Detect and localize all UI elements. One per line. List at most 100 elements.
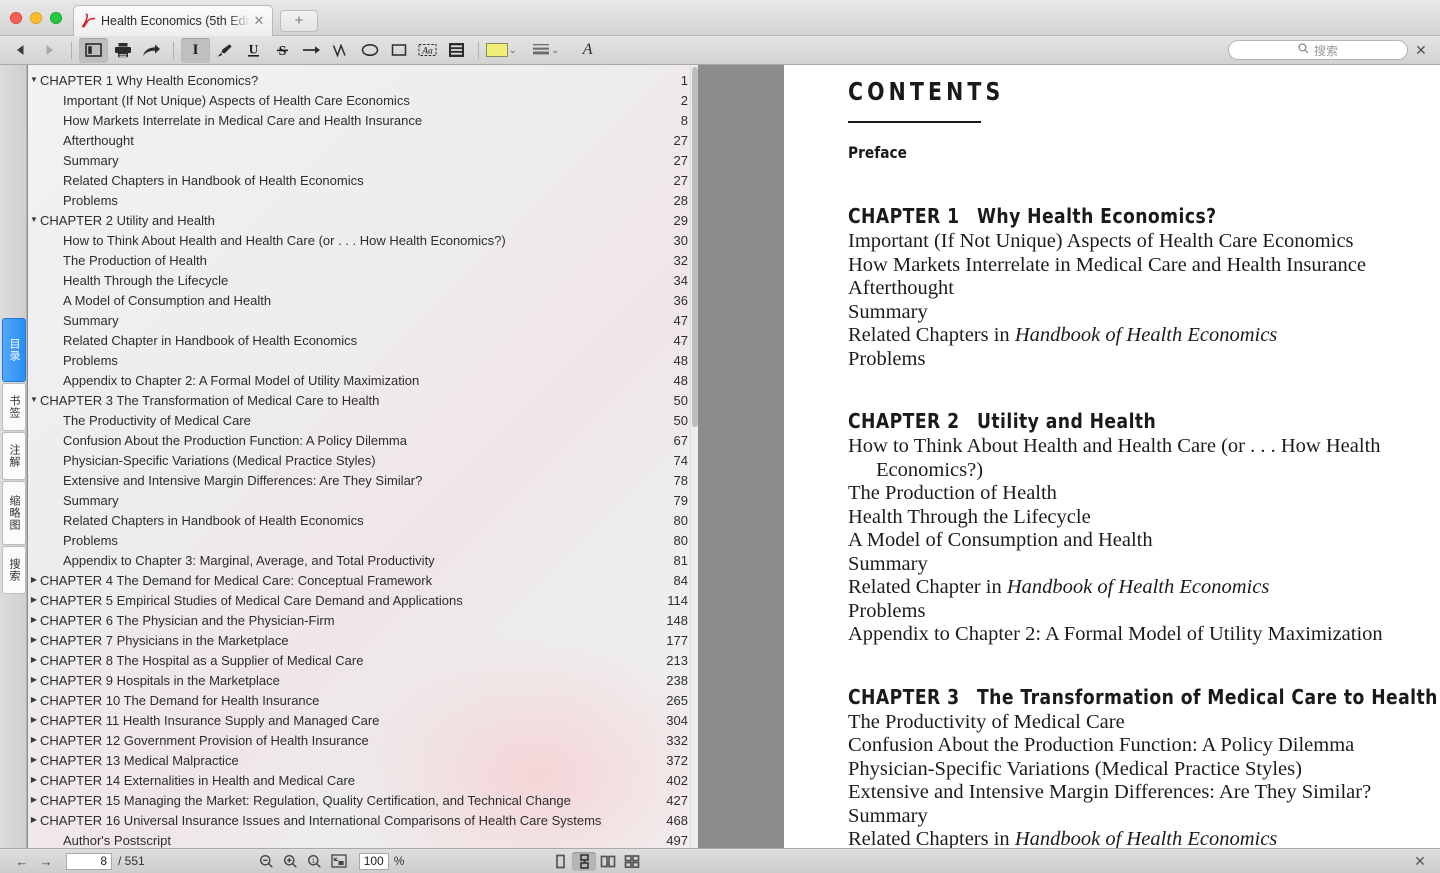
toc-row[interactable]: ▶ Health Through the Lifecycle 34 bbox=[28, 270, 698, 290]
triangle-right-icon[interactable]: ▶ bbox=[28, 710, 40, 730]
toc-row[interactable]: ▶ Appendix to Chapter 3: Marginal, Averag… bbox=[28, 550, 698, 570]
toc-row[interactable]: ▶ CHAPTER 6 The Physician and the Physici… bbox=[28, 610, 698, 630]
toc-row[interactable]: ▶ CHAPTER 16 Universal Insurance Issues a… bbox=[28, 810, 698, 830]
zigzag-line-icon[interactable] bbox=[326, 38, 355, 63]
arrow-annotation-icon[interactable] bbox=[297, 38, 326, 63]
toc-row[interactable]: ▶ Problems 80 bbox=[28, 530, 698, 550]
toc-row[interactable]: ▶ Problems 28 bbox=[28, 190, 698, 210]
triangle-right-icon[interactable]: ▶ bbox=[28, 770, 40, 790]
toc-row[interactable]: ▼ CHAPTER 3 The Transformation of Medical… bbox=[28, 390, 698, 410]
toc-row[interactable]: ▶ CHAPTER 10 The Demand for Health Insura… bbox=[28, 690, 698, 710]
toc-row[interactable]: ▶ How to Think About Health and Health Ca… bbox=[28, 230, 698, 250]
sidebar-tab-4[interactable]: 搜索 bbox=[2, 546, 26, 594]
toc-row[interactable]: ▶ Summary 47 bbox=[28, 310, 698, 330]
chevron-down-icon[interactable]: ⌄ bbox=[509, 45, 517, 56]
note-list-icon[interactable] bbox=[442, 38, 471, 63]
zoom-level-input[interactable]: 100 bbox=[358, 852, 389, 870]
toc-row[interactable]: ▶ CHAPTER 8 The Hospital as a Supplier of… bbox=[28, 650, 698, 670]
triangle-down-icon[interactable]: ▼ bbox=[28, 70, 40, 90]
document-tab[interactable]: Health Economics (5th Edition ✕ bbox=[73, 5, 273, 36]
toc-row[interactable]: ▶ Problems 48 bbox=[28, 350, 698, 370]
textbox-icon[interactable]: Aa bbox=[413, 38, 442, 63]
toc-row[interactable]: ▶ The Production of Health 32 bbox=[28, 250, 698, 270]
sidebar-tab-2[interactable]: 注解 bbox=[2, 432, 26, 480]
toc-row[interactable]: ▶ Important (If Not Unique) Aspects of He… bbox=[28, 90, 698, 110]
line-thickness-icon[interactable] bbox=[531, 41, 551, 60]
color-swatch-icon[interactable] bbox=[486, 43, 508, 57]
ellipse-icon[interactable] bbox=[355, 38, 384, 63]
line-thickness-picker[interactable]: ⌄ bbox=[531, 41, 560, 60]
zoom-out-icon[interactable] bbox=[255, 852, 279, 871]
chevron-down-icon-2[interactable]: ⌄ bbox=[552, 45, 560, 56]
maximize-window-button[interactable] bbox=[50, 12, 62, 24]
color-picker[interactable]: ⌄ bbox=[486, 43, 517, 57]
toc-row[interactable]: ▶ CHAPTER 14 Externalities in Health and … bbox=[28, 770, 698, 790]
nav-forward-button[interactable] bbox=[35, 38, 64, 63]
table-of-contents-panel[interactable]: ▼CHAPTER 1 Why Health Economics?1▶Import… bbox=[28, 65, 698, 848]
triangle-right-icon[interactable]: ▶ bbox=[28, 630, 40, 650]
triangle-down-icon[interactable]: ▼ bbox=[28, 210, 40, 230]
toc-scrollbar[interactable] bbox=[690, 65, 698, 848]
sidebar-toggle-icon[interactable] bbox=[79, 37, 108, 63]
toc-row[interactable]: ▶ Afterthought 27 bbox=[28, 130, 698, 150]
triangle-right-icon[interactable]: ▶ bbox=[28, 670, 40, 690]
toc-row[interactable]: ▶ CHAPTER 7 Physicians in the Marketplace… bbox=[28, 630, 698, 650]
toc-scrollbar-thumb[interactable] bbox=[692, 67, 698, 427]
triangle-right-icon[interactable]: ▶ bbox=[28, 690, 40, 710]
toc-row[interactable]: ▶ Author's Postscript 497 bbox=[28, 830, 698, 848]
toc-row[interactable]: ▶ CHAPTER 15 Managing the Market: Regulat… bbox=[28, 790, 698, 810]
two-page-view-icon[interactable] bbox=[596, 852, 620, 871]
toc-row[interactable]: ▶ Physician-Specific Variations (Medical … bbox=[28, 450, 698, 470]
toc-row[interactable]: ▶ CHAPTER 9 Hospitals in the Marketplace 2… bbox=[28, 670, 698, 690]
toc-row[interactable]: ▶ Extensive and Intensive Margin Differen… bbox=[28, 470, 698, 490]
toc-row[interactable]: ▶ Confusion About the Production Function… bbox=[28, 430, 698, 450]
sidebar-tab-0[interactable]: 目录 bbox=[2, 318, 26, 382]
new-tab-button[interactable]: + bbox=[280, 10, 318, 32]
close-window-button[interactable] bbox=[10, 12, 22, 24]
triangle-right-icon[interactable]: ▶ bbox=[28, 610, 40, 630]
fit-page-icon[interactable] bbox=[327, 852, 351, 871]
toc-row[interactable]: ▶ The Productivity of Medical Care 50 bbox=[28, 410, 698, 430]
rectangle-icon[interactable] bbox=[384, 38, 413, 63]
continuous-scroll-view-icon[interactable] bbox=[572, 851, 597, 871]
triangle-right-icon[interactable]: ▶ bbox=[28, 590, 40, 610]
underline-icon[interactable]: U bbox=[239, 38, 268, 63]
minimize-window-button[interactable] bbox=[30, 12, 42, 24]
triangle-right-icon[interactable]: ▶ bbox=[28, 730, 40, 750]
toc-row[interactable]: ▶ A Model of Consumption and Health 36 bbox=[28, 290, 698, 310]
toc-row[interactable]: ▶ CHAPTER 13 Medical Malpractice 372 bbox=[28, 750, 698, 770]
sidebar-tab-1[interactable]: 书签 bbox=[2, 383, 26, 431]
zoom-actual-size-icon[interactable]: 1 bbox=[303, 852, 327, 871]
close-icon[interactable]: ✕ bbox=[252, 14, 266, 28]
page-number-input[interactable]: 8 bbox=[66, 852, 112, 870]
toc-row[interactable]: ▶ CHAPTER 11 Health Insurance Supply and … bbox=[28, 710, 698, 730]
triangle-down-icon[interactable]: ▼ bbox=[28, 390, 40, 410]
pdf-page[interactable]: CONTENTS Preface CHAPTER 1 Why Health Eco… bbox=[784, 65, 1440, 850]
triangle-right-icon[interactable]: ▶ bbox=[28, 790, 40, 810]
nav-back-button[interactable] bbox=[6, 38, 35, 63]
next-page-button[interactable]: → bbox=[34, 852, 58, 871]
grid-view-icon[interactable] bbox=[620, 852, 644, 871]
toc-row[interactable]: ▶ CHAPTER 5 Empirical Studies of Medical … bbox=[28, 590, 698, 610]
single-page-view-icon[interactable] bbox=[548, 852, 572, 871]
printer-icon[interactable] bbox=[108, 38, 137, 63]
font-picker-button[interactable]: A bbox=[573, 38, 602, 63]
toc-row[interactable]: ▶ Related Chapters in Handbook of Health … bbox=[28, 510, 698, 530]
triangle-right-icon[interactable]: ▶ bbox=[28, 810, 40, 830]
search-input[interactable]: 搜索 bbox=[1228, 40, 1408, 60]
toc-row[interactable]: ▼ CHAPTER 1 Why Health Economics? 1 bbox=[28, 70, 698, 90]
zoom-in-icon[interactable] bbox=[279, 852, 303, 871]
triangle-right-icon[interactable]: ▶ bbox=[28, 650, 40, 670]
highlighter-icon[interactable] bbox=[210, 38, 239, 63]
toc-row[interactable]: ▶ Related Chapter in Handbook of Health E… bbox=[28, 330, 698, 350]
toc-row[interactable]: ▶ Summary 79 bbox=[28, 490, 698, 510]
toc-row[interactable]: ▼ CHAPTER 2 Utility and Health 29 bbox=[28, 210, 698, 230]
strikethrough-icon[interactable]: S bbox=[268, 38, 297, 63]
toc-row[interactable]: ▶ How Markets Interrelate in Medical Care… bbox=[28, 110, 698, 130]
toc-row[interactable]: ▶ Related Chapters in Handbook of Health … bbox=[28, 170, 698, 190]
toc-row[interactable]: ▶ Appendix to Chapter 2: A Formal Model o… bbox=[28, 370, 698, 390]
text-select-tool-button[interactable]: I bbox=[181, 37, 210, 63]
close-search-icon[interactable]: ✕ bbox=[1408, 42, 1434, 59]
close-statusbar-icon[interactable]: ✕ bbox=[1400, 853, 1440, 870]
toc-row[interactable]: ▶ Summary 27 bbox=[28, 150, 698, 170]
